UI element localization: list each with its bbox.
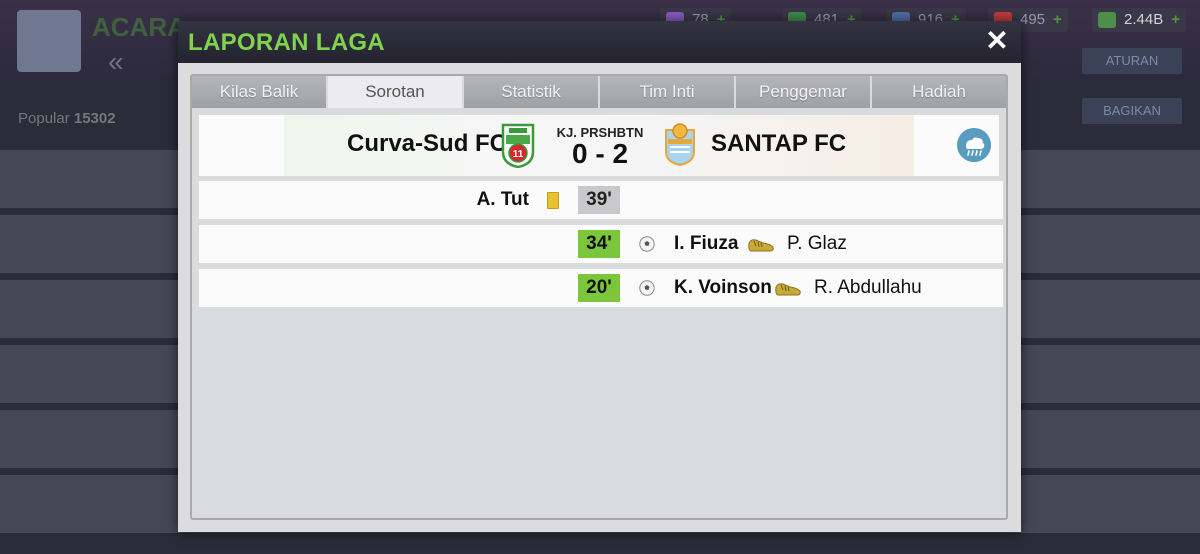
tab-lineup[interactable]: Tim Inti: [600, 76, 734, 108]
report-panel: Kilas Balik Sorotan Statistik Tim Inti P…: [190, 74, 1008, 520]
money-icon: [1098, 12, 1116, 29]
assist-player-name: P. Glaz: [787, 233, 847, 254]
assist-player-name: R. Abdullahu: [814, 277, 922, 298]
crest-number: 11: [513, 149, 524, 160]
popularity-label: Popular: [18, 110, 70, 127]
event-minute: 39': [578, 186, 620, 214]
rules-button[interactable]: ATURAN: [1082, 48, 1182, 74]
tab-bar: Kilas Balik Sorotan Statistik Tim Inti P…: [192, 76, 1006, 108]
away-team-name: SANTAP FC: [711, 130, 847, 157]
home-team-name: Curva-Sud FC: [347, 130, 508, 157]
modal-title: LAPORAN LAGA: [188, 29, 385, 56]
event-row: 20' K. Voinson R. Abdullahu: [199, 269, 1003, 307]
share-button[interactable]: BAGIKAN: [1082, 98, 1182, 124]
yellow-card-icon: [547, 192, 559, 209]
goal-scorer-name: K. Voinson: [674, 277, 772, 298]
match-header: Curva-Sud FC 11 KJ. PRSHBTN 0 - 2 SANTAP…: [199, 115, 999, 176]
away-club-crest-icon: [665, 123, 695, 166]
modal-header: LAPORAN LAGA ✕: [178, 21, 1021, 63]
booked-player-name: A. Tut: [476, 189, 529, 210]
tab-statistics[interactable]: Statistik: [464, 76, 598, 108]
assist-boot-icon: [775, 283, 801, 296]
soccer-ball-icon: [639, 236, 655, 252]
event-minute: 20': [578, 274, 620, 302]
club-logo: [17, 10, 81, 72]
resource-value: 2.44B: [1124, 11, 1164, 28]
resource-value: 495: [1020, 11, 1046, 28]
close-icon[interactable]: ✕: [983, 27, 1011, 55]
final-score: 0 - 2: [571, 138, 629, 169]
match-report-modal: LAPORAN LAGA ✕ Kilas Balik Sorotan Stati…: [178, 21, 1021, 532]
popularity: Popular 15302: [18, 110, 116, 127]
goal-scorer-name: I. Fiuza: [674, 233, 739, 254]
add-icon[interactable]: +: [1053, 11, 1062, 28]
assist-boot-icon: [748, 239, 774, 252]
event-row: A. Tut 39': [199, 181, 1003, 219]
popularity-value: 15302: [73, 110, 116, 127]
add-icon[interactable]: +: [1171, 11, 1180, 28]
tab-flashback[interactable]: Kilas Balik: [192, 76, 326, 108]
event-row: 34' I. Fiuza P. Glaz: [199, 225, 1003, 263]
event-minute: 34': [578, 230, 620, 258]
back-chevron-icon[interactable]: «: [108, 46, 124, 78]
tab-highlights[interactable]: Sorotan: [328, 76, 462, 108]
tab-fans[interactable]: Penggemar: [736, 76, 870, 108]
background-app-title: ACARA: [92, 12, 186, 42]
home-club-crest-icon: 11: [501, 123, 535, 168]
tab-rewards[interactable]: Hadiah: [872, 76, 1006, 108]
rain-cloud-icon: [957, 128, 991, 162]
resource-counter: 2.44B +: [1092, 8, 1186, 32]
soccer-ball-icon: [639, 280, 655, 296]
